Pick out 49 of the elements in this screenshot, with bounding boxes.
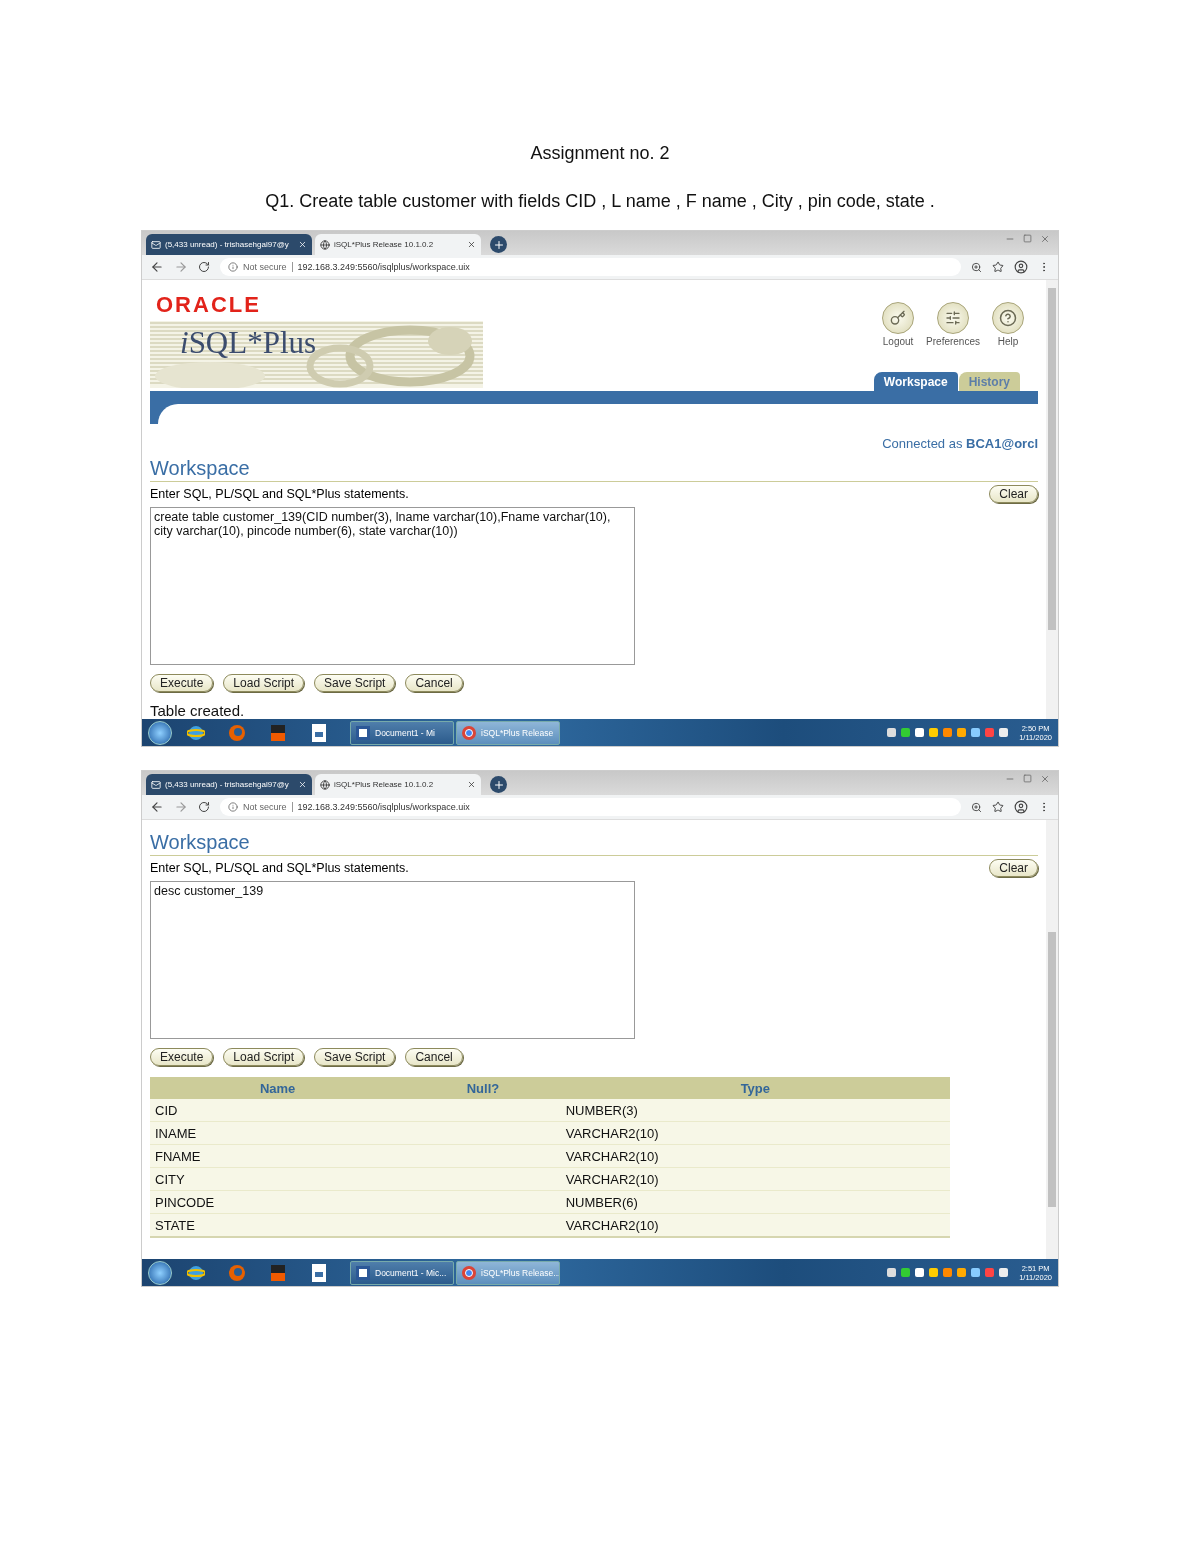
table-cell: CID	[150, 1099, 406, 1122]
table-cell: CITY	[150, 1167, 406, 1191]
document-title: Assignment no. 2	[530, 143, 670, 164]
connection-info: Connected as BCA1@orcl	[881, 436, 1038, 451]
table-cell: PINCODE	[150, 1190, 406, 1214]
taskbar-button[interactable]: Document1 - Mi	[350, 720, 454, 745]
action-button[interactable]: Save Script	[314, 1048, 396, 1066]
oracle-logo: ORACLE	[155, 294, 262, 316]
table-cell: NUMBER(6)	[560, 1190, 950, 1214]
table-cell: VARCHAR2(10)	[560, 1121, 950, 1145]
table-cell: VARCHAR2(10)	[560, 1213, 950, 1237]
table-cell: VARCHAR2(10)	[560, 1144, 950, 1168]
action-button[interactable]: Save Script	[314, 674, 396, 692]
action-button[interactable]: Load Script	[223, 1048, 305, 1066]
app-tab[interactable]: Workspace	[873, 372, 958, 391]
table-cell: NUMBER(3)	[560, 1099, 950, 1122]
table-cell: STATE	[150, 1213, 406, 1237]
table-cell: INAME	[150, 1121, 406, 1145]
instruction-text: Enter SQL, PL/SQL and SQL*Plus statements.	[150, 487, 409, 501]
action-button[interactable]: Load Script	[223, 674, 305, 692]
column-header: Name	[150, 1077, 406, 1099]
browser-tab[interactable]: (5,433 unread) - trishasehgal97@y	[146, 234, 312, 255]
status-message: Table created.	[150, 702, 246, 719]
clear-button[interactable]: Clear	[989, 485, 1038, 503]
instruction-text: Enter SQL, PL/SQL and SQL*Plus statements.	[150, 861, 409, 875]
section-heading: Workspace	[150, 831, 1038, 856]
table-cell: VARCHAR2(10)	[560, 1167, 950, 1191]
browser-tab[interactable]: iSQL*Plus Release 10.1.0.2	[315, 234, 481, 255]
header-link[interactable]: Preferences	[926, 336, 980, 347]
browser-tab[interactable]: (5,433 unread) - trishasehgal97@y	[146, 774, 312, 795]
table-cell: FNAME	[150, 1144, 406, 1168]
section-heading: Workspace	[150, 457, 1038, 482]
question-text: Q1. Create table customer with fields CID , L name , F name , City , pin code, state .	[265, 191, 935, 212]
sql-editor[interactable]: desc customer_139	[150, 881, 635, 1039]
product-title: iSQL*Plus	[180, 325, 317, 361]
address-bar[interactable]: Not secure 192.168.3.249:5560/isqlplus/workspace.uix	[220, 798, 961, 816]
address-bar[interactable]: Not secure 192.168.3.249:5560/isqlplus/workspace.uix	[220, 258, 961, 276]
clear-button[interactable]: Clear	[989, 859, 1038, 877]
column-header: Null?	[405, 1077, 561, 1099]
action-button[interactable]: Cancel	[405, 1048, 463, 1066]
browser-tab[interactable]: iSQL*Plus Release 10.1.0.2	[315, 774, 481, 795]
action-button[interactable]: Execute	[150, 674, 214, 692]
action-button[interactable]: Cancel	[405, 674, 463, 692]
action-button[interactable]: Execute	[150, 1048, 214, 1066]
column-header: Type	[560, 1077, 950, 1099]
taskbar-button[interactable]: Document1 - Mic...	[350, 1260, 454, 1285]
sql-editor[interactable]: create table customer_139(CID number(3), lname varchar(10),Fname varchar(10), city varchar(10), pincode number(6), state varchar(10))	[150, 507, 635, 665]
header-link[interactable]: Logout	[882, 336, 914, 347]
header-link[interactable]: Help	[997, 336, 1019, 347]
